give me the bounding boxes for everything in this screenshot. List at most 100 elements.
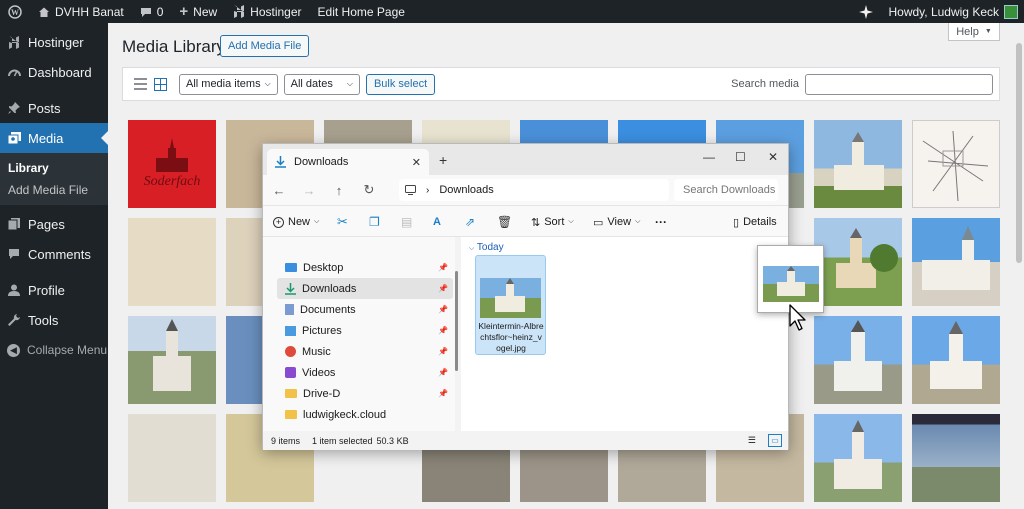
ai-assistant-button[interactable] xyxy=(851,0,881,23)
submenu-library[interactable]: Library xyxy=(0,157,108,179)
media-thumbnail[interactable]: Soderfach xyxy=(128,120,216,208)
refresh-icon[interactable]: ↻ xyxy=(357,182,381,198)
explorer-tab-bar: Downloads ✕ + — ☐ ✕ xyxy=(263,144,788,175)
explorer-navigation-pane: Desktop 📌 Downloads 📌 Documents 📌 Pictur… xyxy=(263,237,455,431)
sidebar-item-tools[interactable]: Tools xyxy=(0,305,108,335)
explorer-tab-downloads[interactable]: Downloads ✕ xyxy=(267,149,429,175)
nav-label: Pictures xyxy=(302,324,342,337)
add-media-button[interactable]: Add Media File xyxy=(220,35,310,57)
date-filter[interactable]: All dates ⌵ xyxy=(283,73,360,95)
tiles-view-icon[interactable]: ▭ xyxy=(768,434,782,447)
rename-button[interactable]: A xyxy=(433,206,441,238)
pin-icon: 📌 xyxy=(438,284,448,293)
details-pane-button[interactable]: ▯ Details xyxy=(733,206,777,238)
paste-button[interactable]: ▤ xyxy=(401,206,412,238)
details-view-icon[interactable]: ☰ xyxy=(748,435,756,446)
sidebar-item-profile[interactable]: Profile xyxy=(0,275,108,305)
forward-arrow-icon[interactable]: → xyxy=(297,183,321,198)
media-thumbnail[interactable] xyxy=(912,316,1000,404)
close-window-icon[interactable]: ✕ xyxy=(768,150,778,164)
nav-item-pictures[interactable]: Pictures 📌 xyxy=(277,320,453,341)
search-media-label: Search media xyxy=(731,78,799,90)
help-tab-button[interactable]: Help ▼ xyxy=(948,23,1000,41)
hostinger-label: Hostinger xyxy=(250,4,302,19)
nav-item-drive-d[interactable]: Drive-D 📌 xyxy=(277,383,453,404)
scissors-icon: ✂ xyxy=(337,214,348,229)
selection-count: 1 item selected xyxy=(312,435,373,446)
nav-item-videos[interactable]: Videos 📌 xyxy=(277,362,453,383)
media-thumbnail[interactable] xyxy=(128,218,216,306)
media-thumbnail[interactable] xyxy=(814,218,902,306)
edit-page-link[interactable]: Edit Home Page xyxy=(310,0,413,23)
explorer-search-input[interactable]: Search Downloads ⌕ xyxy=(674,179,778,201)
date-value: All dates xyxy=(290,78,333,90)
site-name-link[interactable]: DVHH Banat xyxy=(30,0,132,23)
copy-button[interactable]: ❐ xyxy=(369,206,380,238)
media-thumbnail[interactable] xyxy=(912,414,1000,502)
grid-view-icon[interactable] xyxy=(153,77,167,91)
minimize-icon[interactable]: — xyxy=(703,150,715,164)
media-thumbnail[interactable] xyxy=(128,414,216,502)
pin-icon: 📌 xyxy=(438,368,448,377)
media-thumbnail[interactable] xyxy=(128,316,216,404)
folder-icon xyxy=(285,389,297,398)
sort-button[interactable]: ⇅ Sort ⌵ xyxy=(531,206,574,238)
hostinger-link[interactable]: Hostinger xyxy=(225,0,309,23)
new-tab-icon[interactable]: + xyxy=(439,152,447,168)
nav-pane-scrollbar[interactable] xyxy=(455,237,459,431)
page-scrollbar[interactable] xyxy=(1014,23,1024,509)
document-icon xyxy=(285,304,294,315)
nav-item-ludwigkeck-cloud[interactable]: ludwigkeck.cloud xyxy=(277,404,453,425)
address-box[interactable]: › Downloads xyxy=(399,179,669,201)
comments-link[interactable]: 0 xyxy=(132,0,172,23)
close-tab-icon[interactable]: ✕ xyxy=(412,156,421,169)
new-content-link[interactable]: + New xyxy=(171,0,225,23)
hostinger-icon xyxy=(234,5,245,18)
up-arrow-icon[interactable]: ↑ xyxy=(327,183,351,198)
account-menu[interactable]: Howdy, Ludwig Keck xyxy=(881,0,1024,23)
share-button[interactable]: ⇗ xyxy=(465,206,475,238)
scrollbar-thumb[interactable] xyxy=(455,271,458,371)
sidebar-item-media[interactable]: Media xyxy=(0,123,108,153)
sidebar-item-comments[interactable]: Comments xyxy=(0,239,108,269)
delete-button[interactable]: 🗑 xyxy=(497,206,512,238)
more-options-button[interactable]: ··· xyxy=(655,206,667,238)
file-item-selected[interactable]: Kleintermin-Albrechtsflor~heinz_vogel.jp… xyxy=(475,255,546,355)
submenu-add-media[interactable]: Add Media File xyxy=(0,179,108,201)
media-thumbnail[interactable] xyxy=(912,218,1000,306)
bulk-select-button[interactable]: Bulk select xyxy=(365,73,436,95)
plus-icon: + xyxy=(179,3,189,20)
dashboard-icon xyxy=(7,65,21,79)
nav-item-music[interactable]: Music 📌 xyxy=(277,341,453,362)
videos-icon xyxy=(285,367,296,378)
collapse-menu-button[interactable]: ◀ Collapse Menu xyxy=(0,335,108,365)
view-button[interactable]: ▭ View ⌵ xyxy=(593,206,640,238)
new-item-button[interactable]: + New ⌵ xyxy=(273,206,319,238)
search-placeholder: Search Downloads xyxy=(683,184,776,196)
comments-count: 0 xyxy=(156,4,164,19)
nav-item-documents[interactable]: Documents 📌 xyxy=(277,299,453,320)
sidebar-item-pages[interactable]: Pages xyxy=(0,209,108,239)
media-thumbnail[interactable] xyxy=(814,120,902,208)
back-arrow-icon[interactable]: ← xyxy=(267,183,291,198)
nav-item-downloads[interactable]: Downloads 📌 xyxy=(277,278,453,299)
sidebar-item-hostinger[interactable]: Hostinger xyxy=(0,27,108,57)
media-thumbnail[interactable] xyxy=(912,120,1000,208)
wordpress-logo-button[interactable]: W xyxy=(0,0,30,23)
scrollbar-thumb[interactable] xyxy=(1016,43,1022,263)
sidebar-item-dashboard[interactable]: Dashboard xyxy=(0,57,108,87)
nav-label: Videos xyxy=(302,366,336,379)
group-label: Today xyxy=(476,242,504,253)
maximize-icon[interactable]: ☐ xyxy=(735,150,746,164)
media-thumbnail[interactable] xyxy=(814,414,902,502)
sidebar-item-posts[interactable]: Posts xyxy=(0,93,108,123)
list-view-icon[interactable] xyxy=(133,77,147,91)
media-thumbnail[interactable] xyxy=(814,316,902,404)
nav-item-desktop[interactable]: Desktop 📌 xyxy=(277,257,453,278)
media-type-filter[interactable]: All media items ⌵ xyxy=(179,73,278,95)
details-pane-icon: ▯ xyxy=(733,216,740,229)
admin-sidebar: Hostinger Dashboard Posts Media Library … xyxy=(0,23,108,509)
group-header-today[interactable]: ⌵ Today xyxy=(469,242,504,253)
search-media-input[interactable] xyxy=(805,73,993,95)
cut-button[interactable]: ✂ xyxy=(337,206,348,238)
